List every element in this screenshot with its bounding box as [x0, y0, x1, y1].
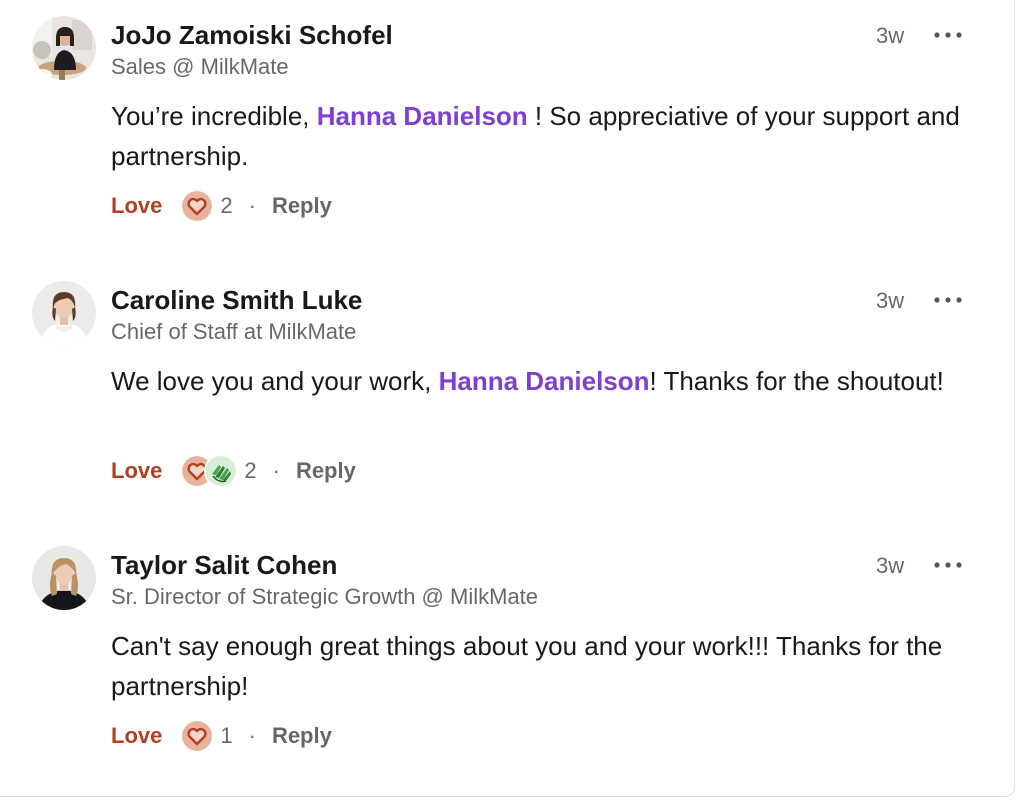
reply-button[interactable]: Reply [272, 723, 332, 749]
reply-button[interactable]: Reply [296, 458, 356, 484]
comments-panel: JoJo Zamoiski Schofel Sales @ MilkMate 3… [0, 0, 1015, 797]
love-reaction-button[interactable]: Love [111, 458, 162, 484]
more-options-button[interactable] [928, 18, 968, 52]
ellipsis-icon [934, 562, 962, 568]
avatar[interactable] [32, 16, 96, 80]
author-name[interactable]: JoJo Zamoiski Schofel [111, 17, 393, 53]
comment-text: Can't say enough great things about you … [111, 626, 971, 706]
author-name[interactable]: Caroline Smith Luke [111, 282, 362, 318]
timestamp: 3w [876, 288, 905, 313]
ellipsis-icon [934, 32, 962, 38]
love-reaction-button[interactable]: Love [111, 723, 162, 749]
comment-text-before: We love you and your work, [111, 366, 439, 396]
author-headline: Sales @ MilkMate [111, 54, 289, 79]
comment-item: Taylor Salit Cohen Sr. Director of Strat… [0, 530, 1014, 795]
comment-text: You’re incredible, Hanna Danielson ! So … [111, 96, 971, 176]
author-headline: Chief of Staff at MilkMate [111, 319, 357, 344]
love-reaction-button[interactable]: Love [111, 193, 162, 219]
comment-actions: Love 1 · Reply [111, 718, 332, 754]
support-hands-icon [204, 454, 239, 488]
comment-text-before: You’re incredible, [111, 101, 317, 131]
ellipsis-icon [934, 297, 962, 303]
heart-icon [180, 719, 215, 753]
separator-dot: · [248, 723, 256, 748]
heart-icon [180, 189, 215, 223]
author-headline: Sr. Director of Strategic Growth @ MilkM… [111, 584, 539, 609]
reaction-count[interactable]: 1 [220, 723, 232, 749]
author-name[interactable]: Taylor Salit Cohen [111, 547, 337, 583]
profile-photo-icon [32, 281, 96, 345]
comment-item: Caroline Smith Luke Chief of Staff at Mi… [0, 265, 1014, 530]
mention-link[interactable]: Hanna Danielson [439, 366, 650, 396]
comment-item: JoJo Zamoiski Schofel Sales @ MilkMate 3… [0, 0, 1014, 265]
reaction-summary[interactable] [180, 719, 215, 753]
timestamp: 3w [876, 553, 905, 578]
timestamp: 3w [876, 23, 905, 48]
comment-actions: Love 2 · Reply [111, 188, 332, 224]
comment-text-after: ! Thanks for the shoutout! [649, 366, 944, 396]
mention-link[interactable]: Hanna Danielson [317, 101, 528, 131]
comment-actions: Love 2 · Reply [111, 453, 356, 489]
profile-photo-icon [32, 16, 96, 80]
reaction-summary[interactable] [180, 454, 239, 488]
reaction-count[interactable]: 2 [220, 193, 232, 219]
more-options-button[interactable] [928, 548, 968, 582]
more-options-button[interactable] [928, 283, 968, 317]
separator-dot: · [248, 193, 256, 218]
reaction-count[interactable]: 2 [244, 458, 256, 484]
profile-photo-icon [32, 546, 96, 610]
comment-text: We love you and your work, Hanna Daniels… [111, 361, 971, 401]
separator-dot: · [272, 458, 280, 483]
avatar[interactable] [32, 281, 96, 345]
avatar[interactable] [32, 546, 96, 610]
comment-text-before: Can't say enough great things about you … [111, 631, 943, 701]
reply-button[interactable]: Reply [272, 193, 332, 219]
reaction-summary[interactable] [180, 189, 215, 223]
